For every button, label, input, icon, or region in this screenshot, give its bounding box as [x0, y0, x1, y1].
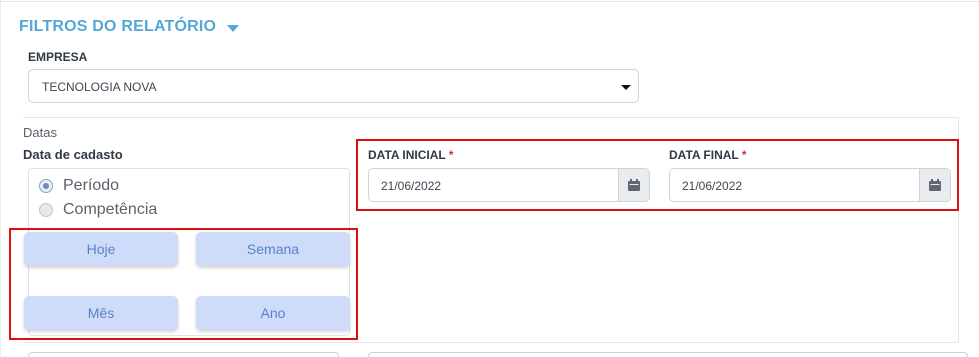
today-button[interactable]: Hoje	[24, 232, 178, 266]
company-select[interactable]: TECNOLOGIA NOVA	[28, 69, 639, 103]
radio-option-competencia[interactable]: Competência	[39, 201, 157, 219]
radio-label: Competência	[63, 201, 158, 218]
week-button[interactable]: Semana	[196, 232, 350, 266]
end-date-label: DATA FINAL *	[669, 148, 747, 162]
dates-caption: Datas	[23, 125, 57, 140]
radio-label: Período	[63, 177, 120, 194]
end-date-value: 21/06/2022	[682, 179, 743, 193]
caret-down-icon[interactable]	[227, 24, 240, 32]
radio-unchecked-icon[interactable]	[39, 203, 53, 217]
end-date-label-text: DATA FINAL	[669, 148, 739, 162]
top-divider	[0, 1, 979, 2]
calendar-icon[interactable]	[618, 169, 649, 201]
radio-option-periodo[interactable]: Período	[39, 177, 119, 195]
required-mark: *	[741, 148, 747, 162]
next-field-stub	[368, 352, 968, 357]
start-date-label: DATA INICIAL *	[368, 148, 454, 162]
start-date-label-text: DATA INICIAL	[368, 148, 446, 162]
report-filters-panel: FILTROS DO RELATÓRIO EMPRESA TECNOLOGIA …	[0, 0, 979, 357]
cadastro-date-title: Data de cadasto	[23, 147, 123, 162]
caret-down-icon[interactable]	[621, 85, 631, 90]
year-button[interactable]: Ano	[196, 296, 350, 330]
company-label: EMPRESA	[28, 50, 88, 64]
start-date-field[interactable]: 21/06/2022	[368, 168, 650, 202]
company-value: TECNOLOGIA NOVA	[42, 80, 157, 94]
filters-title: FILTROS DO RELATÓRIO	[19, 18, 217, 35]
required-mark: *	[448, 148, 454, 162]
end-date-field[interactable]: 21/06/2022	[669, 168, 951, 202]
calendar-icon[interactable]	[919, 169, 950, 201]
filters-toggle[interactable]: FILTROS DO RELATÓRIO	[19, 18, 240, 36]
left-divider	[0, 0, 1, 357]
radio-checked-icon[interactable]	[39, 179, 53, 193]
month-button[interactable]: Mês	[24, 296, 178, 330]
start-date-value: 21/06/2022	[381, 179, 442, 193]
next-field-stub	[28, 352, 339, 357]
